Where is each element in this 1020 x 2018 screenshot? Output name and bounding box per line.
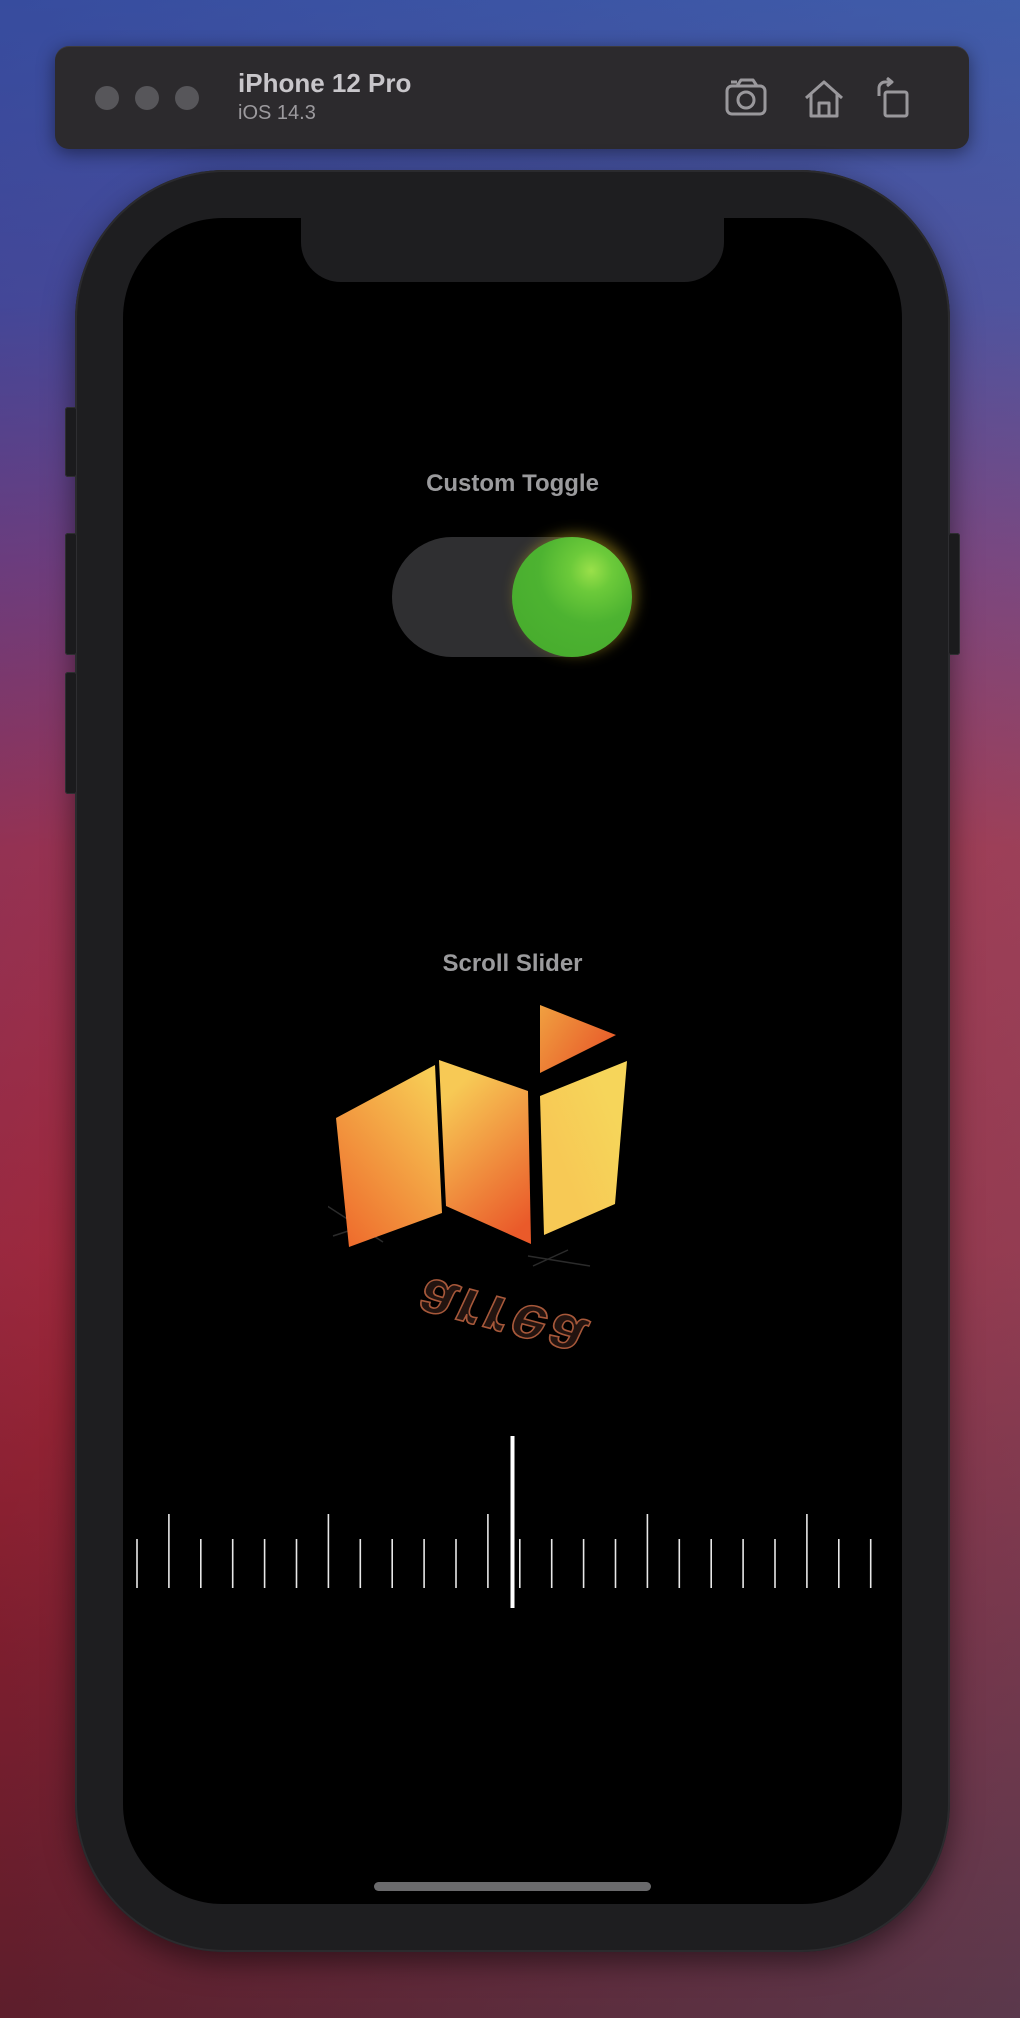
volume-down-button (65, 672, 77, 794)
scroll-slider-label: Scroll Slider (442, 950, 583, 977)
rotate-icon[interactable] (871, 76, 919, 120)
zoom-window-button[interactable] (175, 86, 199, 110)
custom-toggle-knob[interactable] (512, 537, 632, 657)
device-screen: Custom Toggle Scroll Slider arrea (123, 218, 902, 1904)
home-indicator[interactable] (374, 1882, 651, 1891)
logo-panel-middle (439, 1060, 531, 1244)
logo-panel-right (540, 1061, 627, 1235)
screenshot-icon[interactable] (723, 76, 771, 120)
logo-flag (540, 1005, 616, 1073)
custom-toggle-label: Custom Toggle (426, 470, 599, 497)
minimize-window-button[interactable] (135, 86, 159, 110)
os-version: iOS 14.3 (238, 102, 316, 124)
home-icon[interactable] (800, 76, 848, 120)
logo-panel-left (336, 1065, 442, 1247)
notch (301, 218, 724, 282)
mute-switch (65, 407, 77, 477)
device-name: iPhone 12 Pro (238, 68, 412, 98)
volume-up-button (65, 533, 77, 655)
arrea-logo: arrea (328, 1005, 627, 1374)
iphone-frame: Custom Toggle Scroll Slider arrea (65, 170, 960, 1952)
scroll-slider[interactable] (123, 1418, 902, 1638)
logo-wordmark: arrea (404, 1265, 600, 1373)
simulator-toolbar: iPhone 12 Pro iOS 14.3 (55, 46, 969, 149)
close-window-button[interactable] (95, 86, 119, 110)
power-button (948, 533, 960, 655)
